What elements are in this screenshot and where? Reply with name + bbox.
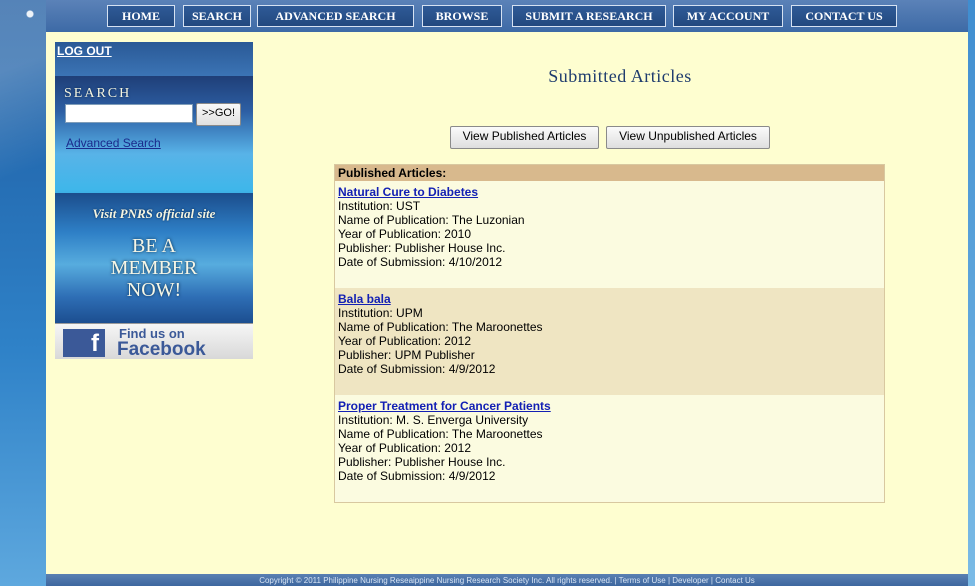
- top-navigation: HOME SEARCH ADVANCED SEARCH BROWSE SUBMI…: [46, 0, 968, 32]
- article-institution: Institution: UPM: [338, 306, 423, 320]
- facebook-name-text: Facebook: [117, 339, 206, 360]
- footer-text: Copyright © 2011 Philippine Nursing Rese…: [259, 576, 755, 585]
- banner-line-2: MEMBER: [110, 257, 198, 279]
- nav-contact-us[interactable]: CONTACT US: [791, 5, 897, 27]
- background-decoration: [0, 0, 46, 586]
- article-year: Year of Publication: 2012: [338, 334, 471, 348]
- list-item: Bala bala Institution: UPM Name of Publi…: [335, 288, 884, 395]
- article-publisher: Publisher: UPM Publisher: [338, 348, 475, 362]
- view-unpublished-button[interactable]: View Unpublished Articles: [606, 126, 770, 149]
- background-right-edge: [968, 0, 975, 586]
- article-date: Date of Submission: 4/9/2012: [338, 469, 496, 483]
- article-institution: Institution: M. S. Enverga University: [338, 413, 529, 427]
- article-institution: Institution: UST: [338, 199, 421, 213]
- article-title-link[interactable]: Natural Cure to Diabetes: [338, 185, 884, 199]
- nav-my-account[interactable]: MY ACCOUNT: [673, 5, 783, 27]
- article-date: Date of Submission: 4/9/2012: [338, 362, 496, 376]
- nav-submit-research[interactable]: SUBMIT A RESEARCH: [512, 5, 666, 27]
- footer: Copyright © 2011 Philippine Nursing Rese…: [46, 574, 968, 586]
- page-title: Submitted Articles: [548, 66, 692, 86]
- article-publisher: Publisher: Publisher House Inc.: [338, 455, 506, 469]
- article-year: Year of Publication: 2010: [338, 227, 471, 241]
- member-banner[interactable]: Visit PNRS official site BE A MEMBER NOW…: [55, 193, 253, 323]
- view-published-button[interactable]: View Published Articles: [450, 126, 599, 149]
- search-input[interactable]: [65, 104, 193, 123]
- list-item: Proper Treatment for Cancer Patients Ins…: [335, 395, 884, 501]
- article-title-link[interactable]: Bala bala: [338, 292, 884, 306]
- facebook-banner[interactable]: f Find us on Facebook: [55, 323, 253, 360]
- published-articles-list: Published Articles: Natural Cure to Diab…: [334, 164, 885, 503]
- facebook-icon: f: [63, 329, 105, 357]
- nav-advanced-search[interactable]: ADVANCED SEARCH: [257, 5, 414, 27]
- banner-member-text: BE A MEMBER NOW!: [55, 235, 253, 301]
- advanced-search-link[interactable]: Advanced Search: [66, 136, 161, 150]
- logout-link[interactable]: LOG OUT: [57, 44, 112, 58]
- list-item: Natural Cure to Diabetes Institution: US…: [335, 181, 884, 288]
- nav-browse[interactable]: BROWSE: [422, 5, 502, 27]
- article-publication: Name of Publication: The Maroonettes: [338, 427, 543, 441]
- article-year: Year of Publication: 2012: [338, 441, 471, 455]
- article-publication: Name of Publication: The Luzonian: [338, 213, 525, 227]
- sidebar: LOG OUT SEARCH >>GO! Advanced Search Vis…: [55, 42, 253, 360]
- articles-header: Published Articles:: [335, 165, 884, 181]
- nav-search[interactable]: SEARCH: [183, 5, 251, 27]
- go-button[interactable]: >>GO!: [196, 103, 241, 126]
- banner-visit-text: Visit PNRS official site: [92, 206, 216, 221]
- article-publication: Name of Publication: The Maroonettes: [338, 320, 543, 334]
- article-publisher: Publisher: Publisher House Inc.: [338, 241, 506, 255]
- article-title-link[interactable]: Proper Treatment for Cancer Patients: [338, 399, 884, 413]
- nav-home[interactable]: HOME: [107, 5, 175, 27]
- logout-bar: LOG OUT: [55, 42, 253, 76]
- banner-line-3: NOW!: [126, 279, 182, 301]
- banner-line-1: BE A: [132, 235, 176, 257]
- search-title: SEARCH: [64, 86, 132, 101]
- article-date: Date of Submission: 4/10/2012: [338, 255, 503, 269]
